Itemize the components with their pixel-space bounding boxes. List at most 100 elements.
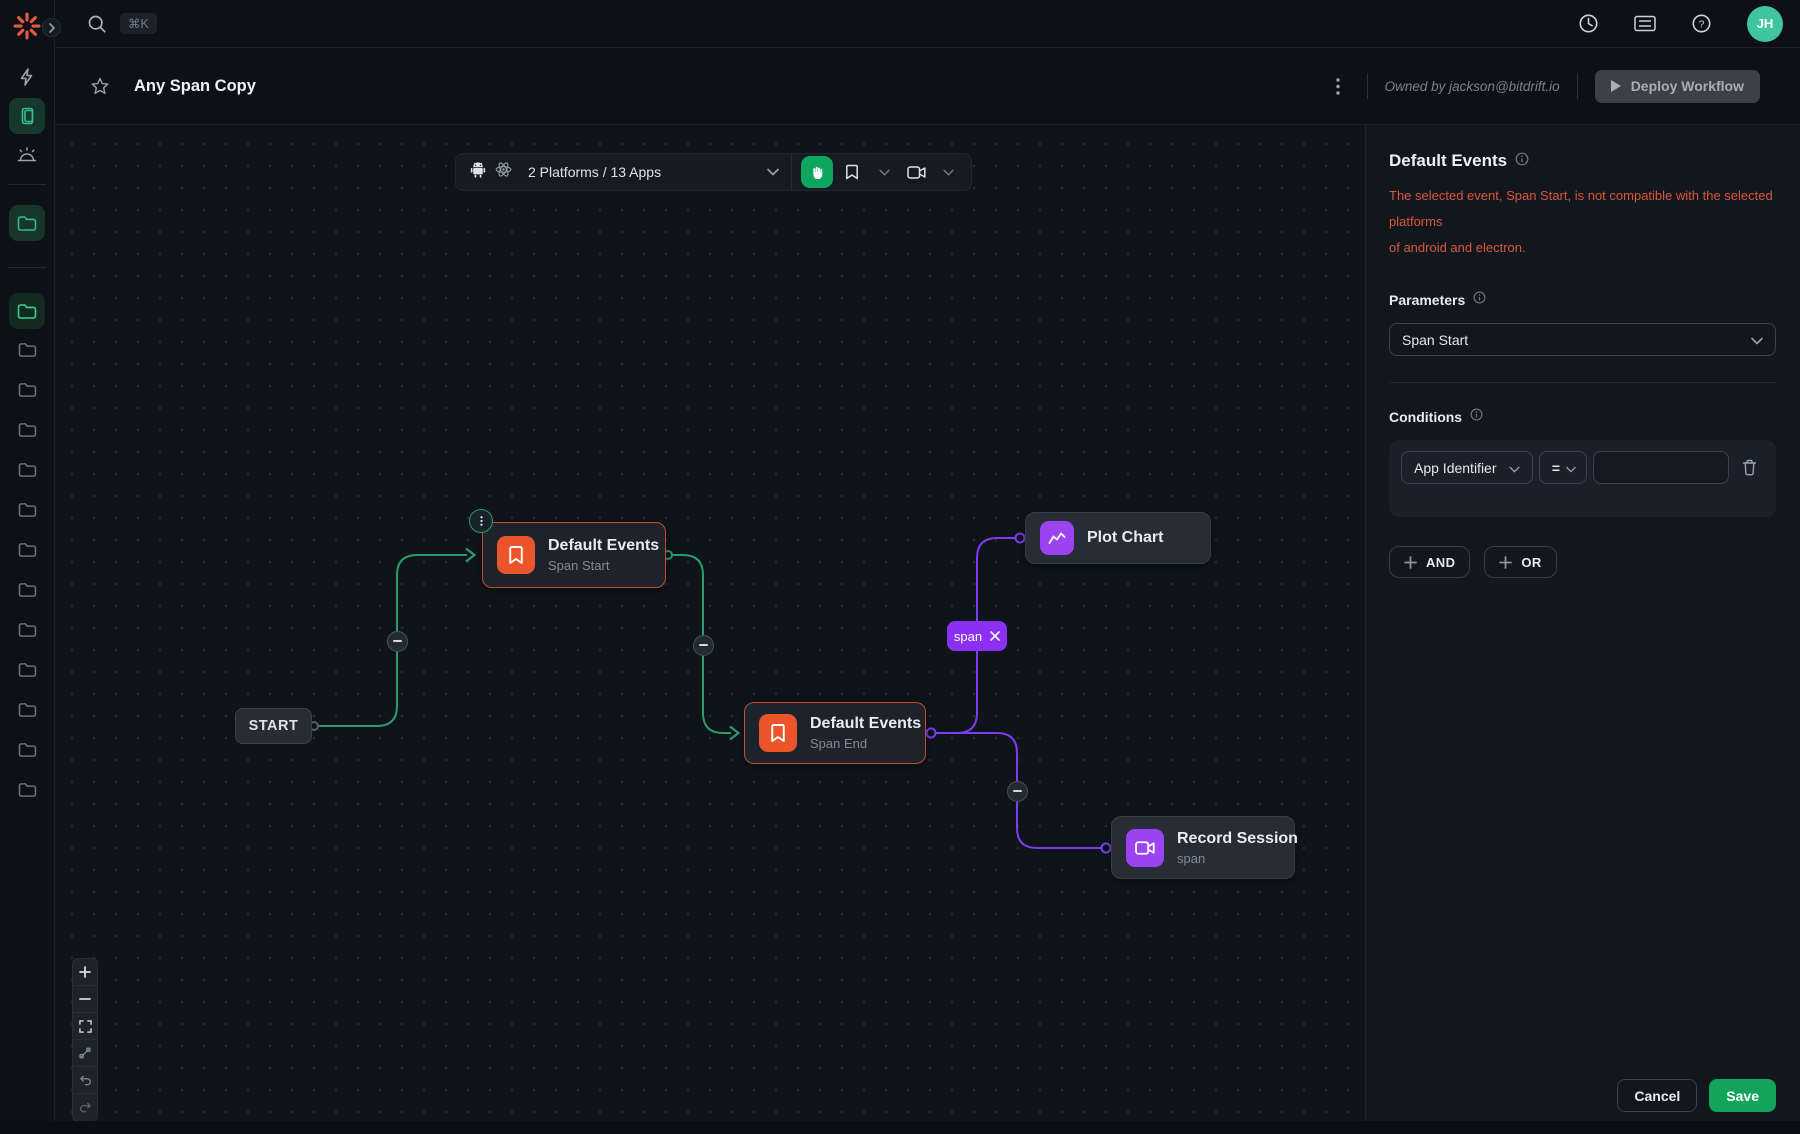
plus-icon — [1499, 556, 1512, 569]
info-icon[interactable] — [1470, 408, 1483, 426]
bookmark-chevron-button[interactable] — [871, 156, 897, 188]
node-subtitle: span — [1177, 851, 1298, 866]
chevron-down-icon — [1751, 332, 1763, 348]
keyboard-shortcuts-icon[interactable] — [1634, 15, 1656, 32]
node-default-events-span-end[interactable]: Default Events Span End — [744, 702, 926, 764]
sidebar-item-alerts[interactable] — [9, 138, 45, 174]
info-icon[interactable] — [1515, 152, 1529, 171]
zoom-in-button[interactable] — [73, 959, 97, 986]
electron-icon — [495, 161, 512, 183]
expand-sidebar-button[interactable] — [42, 18, 61, 37]
workflow-canvas[interactable]: 2 Platforms / 13 Apps START — [55, 125, 1365, 1134]
android-icon — [470, 161, 486, 183]
save-button[interactable]: Save — [1709, 1079, 1776, 1112]
chevron-down-icon — [1566, 460, 1576, 476]
condition-operator-select[interactable]: = — [1539, 451, 1587, 484]
canvas-controls — [72, 958, 98, 1122]
owner-label: Owned by jackson@bitdrift.io — [1385, 79, 1560, 94]
svg-text:?: ? — [1699, 18, 1705, 30]
window-bottom-edge — [0, 1121, 1800, 1134]
collapse-edge-button[interactable] — [387, 631, 408, 652]
sidebar-item-active-folder[interactable] — [9, 293, 45, 329]
help-icon[interactable]: ? — [1691, 13, 1712, 34]
events-icon — [759, 714, 797, 752]
condition-row: App Identifier = — [1389, 440, 1776, 517]
sidebar-folder-item[interactable] — [9, 732, 45, 768]
fit-view-button[interactable] — [73, 1013, 97, 1040]
record-chevron-button[interactable] — [935, 156, 961, 188]
deploy-workflow-button[interactable]: Deploy Workflow — [1595, 70, 1760, 103]
sidebar-item-devices[interactable] — [9, 98, 45, 134]
canvas-toolbar: 2 Platforms / 13 Apps — [455, 153, 972, 191]
node-subtitle: Span Start — [548, 558, 659, 573]
zoom-out-button[interactable] — [73, 986, 97, 1013]
search-shortcut-badge[interactable]: ⌘K — [120, 13, 157, 34]
delete-condition-button[interactable] — [1735, 451, 1764, 484]
left-sidebar — [0, 0, 55, 1134]
sidebar-folder-item[interactable] — [9, 412, 45, 448]
search-icon[interactable] — [87, 14, 107, 34]
chart-icon — [1040, 521, 1074, 555]
node-menu-button[interactable] — [469, 509, 493, 533]
workflow-menu-button[interactable] — [1326, 74, 1350, 98]
sidebar-divider — [8, 184, 46, 185]
node-plot-chart[interactable]: Plot Chart — [1025, 512, 1211, 564]
header-divider — [1367, 73, 1368, 99]
panel-title: Default Events — [1389, 151, 1507, 171]
sidebar-item-workspace-folder[interactable] — [9, 205, 45, 241]
parameters-label: Parameters — [1389, 292, 1465, 308]
parameter-select[interactable]: Span Start — [1389, 323, 1776, 356]
port-record-session-in — [1102, 844, 1111, 853]
node-title: Record Session — [1177, 830, 1298, 848]
user-avatar[interactable]: JH — [1747, 6, 1783, 42]
sidebar-divider — [8, 267, 46, 268]
sidebar-folder-item[interactable] — [9, 332, 45, 368]
undo-button[interactable] — [73, 1067, 97, 1094]
condition-value-input[interactable] — [1593, 451, 1729, 484]
redo-button[interactable] — [73, 1094, 97, 1121]
pan-tool-button[interactable] — [801, 156, 833, 188]
tidy-layout-button[interactable] — [73, 1040, 97, 1067]
node-title: Default Events — [548, 537, 659, 555]
close-icon[interactable] — [990, 631, 1000, 641]
sidebar-folder-item[interactable] — [9, 492, 45, 528]
video-icon — [1126, 829, 1164, 867]
bitdrift-logo-icon[interactable] — [10, 9, 44, 43]
sidebar-folder-item[interactable] — [9, 772, 45, 808]
collapse-edge-button[interactable] — [1007, 781, 1028, 802]
node-title: Plot Chart — [1087, 529, 1163, 547]
favorite-star-icon[interactable] — [91, 77, 109, 95]
history-icon[interactable] — [1578, 13, 1599, 34]
toolbar-divider — [791, 153, 792, 191]
edge-label-span[interactable]: span — [947, 621, 1007, 651]
cancel-button[interactable]: Cancel — [1617, 1079, 1697, 1112]
node-default-events-span-start[interactable]: Default Events Span Start — [482, 522, 666, 588]
workflow-edges — [55, 125, 1365, 1134]
sidebar-folder-item[interactable] — [9, 692, 45, 728]
sidebar-folder-item[interactable] — [9, 652, 45, 688]
node-start[interactable]: START — [235, 708, 312, 744]
trash-icon — [1742, 459, 1757, 476]
platforms-dropdown[interactable]: 2 Platforms / 13 Apps — [470, 154, 779, 190]
platforms-label: 2 Platforms / 13 Apps — [528, 164, 661, 180]
node-subtitle: Span End — [810, 736, 921, 751]
add-and-button[interactable]: AND — [1389, 546, 1470, 578]
workflow-header: Any Span Copy Owned by jackson@bitdrift.… — [55, 48, 1800, 125]
sidebar-folder-item[interactable] — [9, 612, 45, 648]
sidebar-folder-item[interactable] — [9, 452, 45, 488]
record-tool-button[interactable] — [903, 156, 929, 188]
topbar: ⌘K ? JH — [55, 0, 1800, 48]
condition-field-select[interactable]: App Identifier — [1401, 451, 1533, 484]
sidebar-item-quick-actions[interactable] — [9, 59, 45, 95]
details-panel: Default Events The selected event, Span … — [1365, 125, 1800, 1134]
plus-icon — [1404, 556, 1417, 569]
collapse-edge-button[interactable] — [693, 635, 714, 656]
info-icon[interactable] — [1473, 291, 1486, 309]
sidebar-folder-item[interactable] — [9, 532, 45, 568]
add-or-button[interactable]: OR — [1484, 546, 1556, 578]
node-record-session[interactable]: Record Session span — [1111, 816, 1295, 879]
sidebar-folder-item[interactable] — [9, 372, 45, 408]
sidebar-folder-item[interactable] — [9, 572, 45, 608]
bookmark-tool-button[interactable] — [839, 156, 865, 188]
chevron-down-icon — [1509, 460, 1520, 476]
